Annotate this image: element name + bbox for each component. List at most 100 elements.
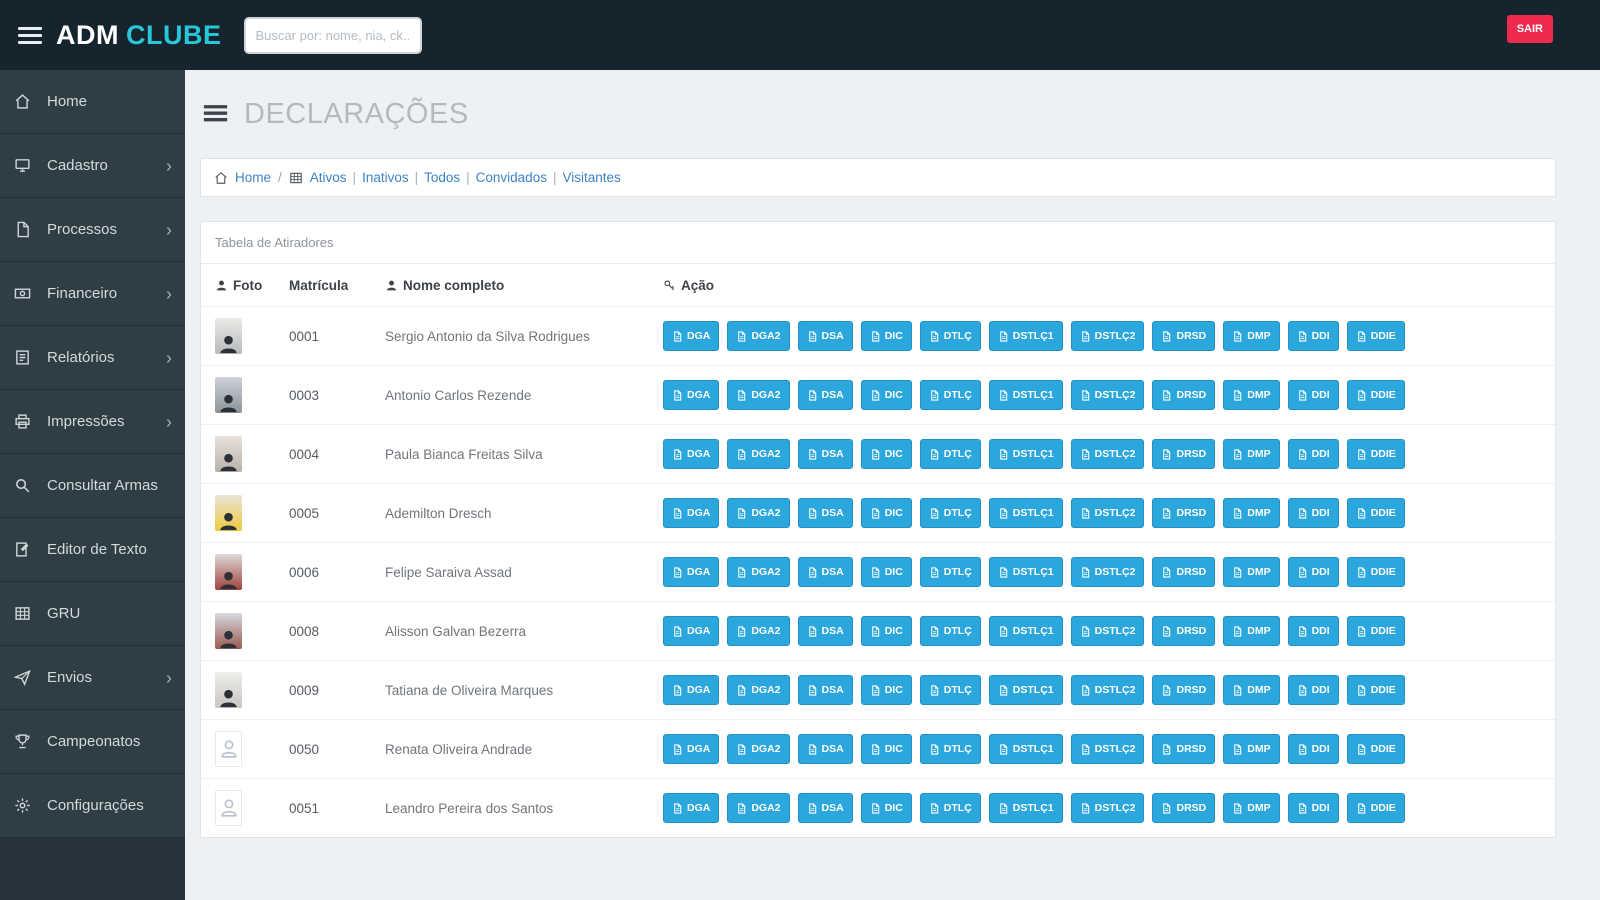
action-button-dstlc1[interactable]: DSTLÇ1 [988,439,1063,469]
action-button-dstlc2[interactable]: DSTLÇ2 [1070,734,1145,764]
action-button-dga[interactable]: DGA [663,734,720,764]
action-button-ddi[interactable]: DDI [1287,439,1339,469]
search-input[interactable] [243,16,422,54]
action-button-dtlc[interactable]: DTLÇ [919,675,981,705]
action-button-dga[interactable]: DGA [663,439,720,469]
action-button-dstlc2[interactable]: DSTLÇ2 [1070,675,1145,705]
action-button-dic[interactable]: DIC [860,734,912,764]
action-button-dtlc[interactable]: DTLÇ [919,616,981,646]
action-button-dstlc1[interactable]: DSTLÇ1 [988,675,1063,705]
action-button-dga2[interactable]: DGA2 [727,734,790,764]
action-button-dtlc[interactable]: DTLÇ [919,439,981,469]
action-button-dsa[interactable]: DSA [797,380,853,410]
action-button-dsa[interactable]: DSA [797,616,853,646]
breadcrumb-link-inativos[interactable]: Inativos [362,170,409,185]
action-button-dmp[interactable]: DMP [1223,616,1280,646]
action-button-dtlc[interactable]: DTLÇ [919,793,981,823]
action-button-dsa[interactable]: DSA [797,793,853,823]
action-button-dtlc[interactable]: DTLÇ [919,557,981,587]
sidebar-item-financeiro[interactable]: Financeiro › [0,262,185,326]
action-button-dga[interactable]: DGA [663,380,720,410]
action-button-dga[interactable]: DGA [663,675,720,705]
action-button-dstlc2[interactable]: DSTLÇ2 [1070,616,1145,646]
action-button-dtlc[interactable]: DTLÇ [919,498,981,528]
action-button-drsd[interactable]: DRSD [1152,675,1216,705]
action-button-dmp[interactable]: DMP [1223,793,1280,823]
action-button-dga2[interactable]: DGA2 [727,380,790,410]
action-button-dic[interactable]: DIC [860,616,912,646]
action-button-ddi[interactable]: DDI [1287,380,1339,410]
action-button-dstlc2[interactable]: DSTLÇ2 [1070,321,1145,351]
action-button-dstlc2[interactable]: DSTLÇ2 [1070,498,1145,528]
sidebar-item-processos[interactable]: Processos › [0,198,185,262]
action-button-drsd[interactable]: DRSD [1152,439,1216,469]
sidebar-item-gru[interactable]: GRU [0,582,185,646]
action-button-ddie[interactable]: DDIE [1346,675,1405,705]
action-button-ddi[interactable]: DDI [1287,616,1339,646]
action-button-dga[interactable]: DGA [663,321,720,351]
sidebar-item-home[interactable]: Home [0,70,185,134]
sidebar-item-cadastro[interactable]: Cadastro › [0,134,185,198]
action-button-dstlc2[interactable]: DSTLÇ2 [1070,557,1145,587]
action-button-dstlc1[interactable]: DSTLÇ1 [988,557,1063,587]
action-button-dmp[interactable]: DMP [1223,321,1280,351]
action-button-dstlc1[interactable]: DSTLÇ1 [988,321,1063,351]
action-button-dga2[interactable]: DGA2 [727,321,790,351]
sidebar-item-envios[interactable]: Envios › [0,646,185,710]
action-button-ddi[interactable]: DDI [1287,557,1339,587]
action-button-drsd[interactable]: DRSD [1152,380,1216,410]
logout-button[interactable]: SAIR [1506,15,1553,43]
action-button-dmp[interactable]: DMP [1223,380,1280,410]
action-button-dic[interactable]: DIC [860,793,912,823]
action-button-ddi[interactable]: DDI [1287,321,1339,351]
sidebar-item-consultar-armas[interactable]: Consultar Armas [0,454,185,518]
sidebar-item-campeonatos[interactable]: Campeonatos [0,710,185,774]
action-button-drsd[interactable]: DRSD [1152,616,1216,646]
action-button-ddi[interactable]: DDI [1287,734,1339,764]
action-button-ddie[interactable]: DDIE [1346,793,1405,823]
action-button-dstlc1[interactable]: DSTLÇ1 [988,793,1063,823]
action-button-dga2[interactable]: DGA2 [727,616,790,646]
breadcrumb-link-convidados[interactable]: Convidados [476,170,547,185]
action-button-dsa[interactable]: DSA [797,439,853,469]
action-button-dstlc1[interactable]: DSTLÇ1 [988,734,1063,764]
action-button-dic[interactable]: DIC [860,380,912,410]
action-button-dsa[interactable]: DSA [797,734,853,764]
action-button-ddie[interactable]: DDIE [1346,380,1405,410]
action-button-dga2[interactable]: DGA2 [727,557,790,587]
action-button-dga[interactable]: DGA [663,498,720,528]
action-button-dga[interactable]: DGA [663,557,720,587]
action-button-dga[interactable]: DGA [663,616,720,646]
action-button-dga2[interactable]: DGA2 [727,675,790,705]
breadcrumb-home-link[interactable]: Home [235,170,271,185]
action-button-dsa[interactable]: DSA [797,557,853,587]
action-button-dstlc1[interactable]: DSTLÇ1 [988,498,1063,528]
breadcrumb-link-visitantes[interactable]: Visitantes [562,170,620,185]
action-button-dmp[interactable]: DMP [1223,498,1280,528]
action-button-ddi[interactable]: DDI [1287,675,1339,705]
action-button-ddie[interactable]: DDIE [1346,321,1405,351]
action-button-dga2[interactable]: DGA2 [727,498,790,528]
action-button-ddie[interactable]: DDIE [1346,439,1405,469]
action-button-dic[interactable]: DIC [860,439,912,469]
action-button-dga2[interactable]: DGA2 [727,439,790,469]
breadcrumb-link-todos[interactable]: Todos [424,170,460,185]
action-button-drsd[interactable]: DRSD [1152,734,1216,764]
sidebar-item-impressoes[interactable]: Impressões › [0,390,185,454]
action-button-dmp[interactable]: DMP [1223,439,1280,469]
action-button-ddi[interactable]: DDI [1287,498,1339,528]
action-button-ddi[interactable]: DDI [1287,793,1339,823]
action-button-dmp[interactable]: DMP [1223,557,1280,587]
action-button-ddie[interactable]: DDIE [1346,734,1405,764]
action-button-dga2[interactable]: DGA2 [727,793,790,823]
action-button-dstlc2[interactable]: DSTLÇ2 [1070,439,1145,469]
action-button-dic[interactable]: DIC [860,321,912,351]
action-button-drsd[interactable]: DRSD [1152,321,1216,351]
action-button-drsd[interactable]: DRSD [1152,498,1216,528]
sidebar-item-configuracoes[interactable]: Configurações [0,774,185,838]
action-button-dic[interactable]: DIC [860,557,912,587]
breadcrumb-link-ativos[interactable]: Ativos [310,170,347,185]
action-button-dga[interactable]: DGA [663,793,720,823]
action-button-dtlc[interactable]: DTLÇ [919,380,981,410]
action-button-drsd[interactable]: DRSD [1152,557,1216,587]
